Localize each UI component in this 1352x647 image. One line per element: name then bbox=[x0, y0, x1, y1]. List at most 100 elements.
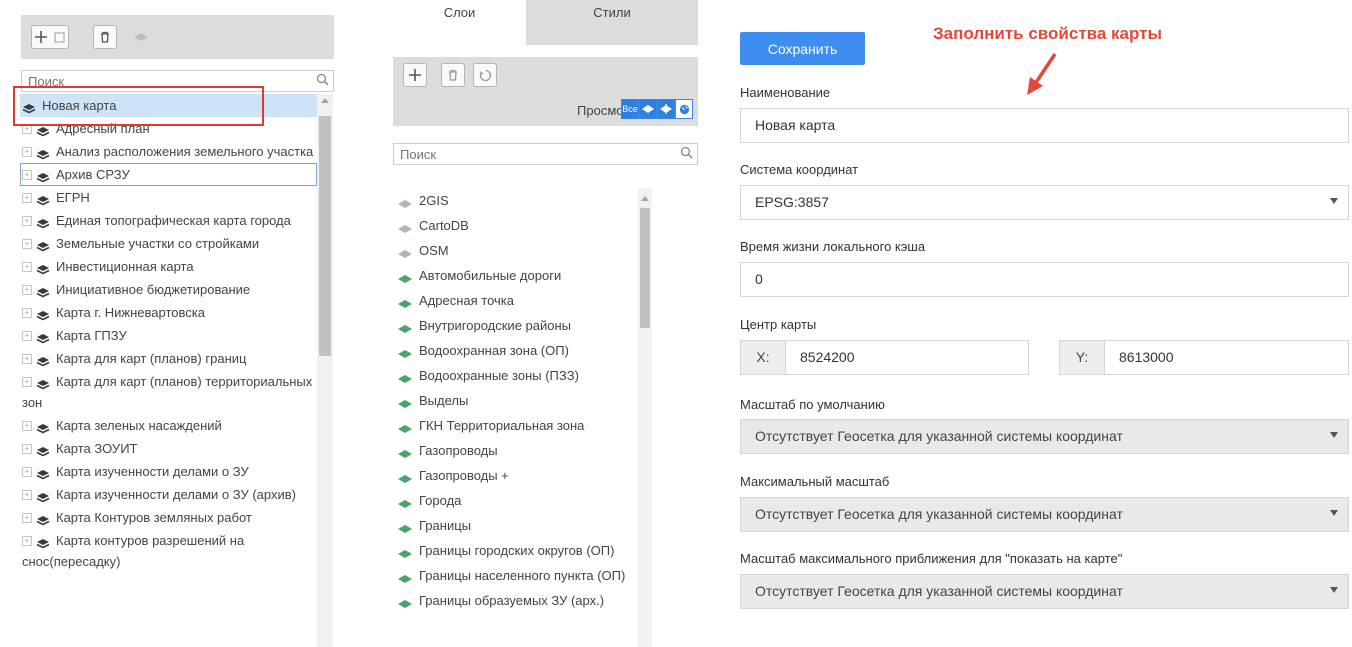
layer-item[interactable]: OSM bbox=[393, 238, 638, 263]
expand-icon[interactable]: + bbox=[22, 512, 32, 523]
view-vector-button[interactable] bbox=[639, 99, 657, 119]
layers-panel: Слои Стили Просмотр: Все Поиск 2GIS Cart… bbox=[352, 0, 698, 647]
layers-list-scrollbar[interactable] bbox=[638, 188, 652, 647]
tree-item-label: Карта ГПЗУ bbox=[56, 328, 127, 343]
layer-map-button[interactable] bbox=[129, 25, 153, 49]
expand-icon[interactable]: + bbox=[22, 238, 32, 249]
tree-item-label: Карта изученности делами о ЗУ (архив) bbox=[56, 487, 296, 502]
cache-field[interactable]: 0 bbox=[740, 262, 1349, 297]
copy-icon[interactable] bbox=[52, 30, 66, 44]
tree-item[interactable]: + Карта изученности делами о ЗУ (архив) bbox=[20, 483, 317, 506]
scroll-thumb[interactable] bbox=[319, 116, 331, 356]
tree-item[interactable]: + Анализ расположения земельного участка bbox=[20, 140, 317, 163]
layer-item[interactable]: Границы населенного пункта (ОП) bbox=[393, 563, 638, 588]
layer-item-label: Водоохранные зоны (ПЗЗ) bbox=[419, 368, 579, 383]
expand-icon[interactable]: + bbox=[22, 169, 32, 180]
x-value[interactable]: 8524200 bbox=[786, 341, 855, 374]
tree-item[interactable]: + Инвестиционная карта bbox=[20, 255, 317, 278]
max-scale-select[interactable]: Отсутствует Геосетка для указанной систе… bbox=[740, 497, 1349, 532]
max-zoom-select[interactable]: Отсутствует Геосетка для указанной систе… bbox=[740, 574, 1349, 609]
expand-icon[interactable]: + bbox=[22, 466, 32, 477]
layer-item[interactable]: CartoDB bbox=[393, 213, 638, 238]
tree-item[interactable]: + Карта зеленых насаждений bbox=[20, 414, 317, 437]
tree-item[interactable]: + Земельные участки со стройками bbox=[20, 232, 317, 255]
add-copy-button-group[interactable] bbox=[31, 25, 69, 49]
tree-item[interactable]: + ЕГРН bbox=[20, 186, 317, 209]
scroll-up-arrow-icon[interactable] bbox=[321, 98, 329, 103]
layers-icon bbox=[36, 353, 50, 366]
tree-item[interactable]: + Карта изученности делами о ЗУ bbox=[20, 460, 317, 483]
scroll-thumb[interactable] bbox=[640, 208, 650, 328]
layer-item[interactable]: Газопроводы + bbox=[393, 463, 638, 488]
tree-item[interactable]: + Карта контуров разрешений на снос(перес… bbox=[20, 529, 317, 573]
layer-item[interactable]: Границы bbox=[393, 513, 638, 538]
expand-icon[interactable]: + bbox=[22, 443, 32, 454]
add-icon[interactable] bbox=[34, 30, 48, 44]
expand-icon[interactable]: + bbox=[22, 376, 32, 387]
maps-tree-scrollbar[interactable] bbox=[317, 94, 333, 647]
tree-item[interactable]: + Карта г. Нижневартовска bbox=[20, 301, 317, 324]
layer-item[interactable]: Границы образуемых ЗУ (арх.) bbox=[393, 588, 638, 613]
tree-item[interactable]: + Инициативное бюджетирование bbox=[20, 278, 317, 301]
layer-item[interactable]: Водоохранные зоны (ПЗЗ) bbox=[393, 363, 638, 388]
view-raster-button[interactable] bbox=[657, 99, 675, 119]
name-field[interactable]: Новая карта bbox=[740, 108, 1349, 143]
tree-item[interactable]: + Архив СРЗУ bbox=[20, 163, 317, 186]
expand-icon[interactable]: + bbox=[22, 535, 32, 546]
layers-icon bbox=[36, 535, 50, 548]
y-value[interactable]: 8613000 bbox=[1105, 341, 1174, 374]
layer-item[interactable]: 2GIS bbox=[393, 188, 638, 213]
add-layer-button[interactable] bbox=[403, 63, 427, 87]
expand-icon[interactable]: + bbox=[22, 330, 32, 341]
delete-map-button[interactable] bbox=[93, 25, 117, 49]
cache-label: Время жизни локального кэша bbox=[740, 239, 926, 254]
layer-item[interactable]: Города bbox=[393, 488, 638, 513]
expand-icon[interactable]: + bbox=[22, 353, 32, 364]
expand-icon[interactable]: + bbox=[22, 284, 32, 295]
tree-item-label: Карта контуров разрешений на снос(переса… bbox=[22, 533, 245, 569]
tree-item-label: Карта ЗОУИТ bbox=[56, 441, 138, 456]
layer-item[interactable]: ГКН Территориальная зона bbox=[393, 413, 638, 438]
tree-item[interactable]: + Единая топографическая карта города bbox=[20, 209, 317, 232]
layer-item[interactable]: Водоохранная зона (ОП) bbox=[393, 338, 638, 363]
layer-item[interactable]: Выделы bbox=[393, 388, 638, 413]
layers-icon bbox=[36, 146, 50, 159]
expand-icon[interactable]: + bbox=[22, 420, 32, 431]
tree-item[interactable]: + Карта для карт (планов) территориальных… bbox=[20, 370, 317, 414]
scroll-up-arrow-icon[interactable] bbox=[641, 196, 649, 201]
layers-tabs: Слои Стили bbox=[393, 0, 698, 45]
layer-item[interactable]: Внутригородские районы bbox=[393, 313, 638, 338]
layer-diamond-icon bbox=[397, 421, 413, 433]
view-all-button[interactable]: Все bbox=[621, 99, 639, 119]
layer-item[interactable]: Границы городских округов (ОП) bbox=[393, 538, 638, 563]
refresh-layer-button[interactable] bbox=[473, 63, 497, 87]
layer-item[interactable]: Газопроводы bbox=[393, 438, 638, 463]
layers-search-input[interactable] bbox=[394, 144, 697, 164]
layer-item-label: 2GIS bbox=[419, 193, 449, 208]
crs-select[interactable]: EPSG:3857 bbox=[740, 185, 1349, 220]
save-button[interactable]: Сохранить bbox=[740, 32, 865, 65]
default-scale-select[interactable]: Отсутствует Геосетка для указанной систе… bbox=[740, 419, 1349, 454]
center-y-field[interactable]: Y: 8613000 bbox=[1059, 340, 1349, 375]
diamond-icon bbox=[642, 105, 654, 113]
expand-icon[interactable]: + bbox=[22, 307, 32, 318]
delete-layer-button[interactable] bbox=[441, 63, 465, 87]
expand-icon[interactable]: + bbox=[22, 215, 32, 226]
expand-icon[interactable]: + bbox=[22, 261, 32, 272]
tree-item[interactable]: + Карта Контуров земляных работ bbox=[20, 506, 317, 529]
tree-item[interactable]: + Карта ЗОУИТ bbox=[20, 437, 317, 460]
tab-layers[interactable]: Слои bbox=[393, 0, 526, 45]
view-base-button[interactable] bbox=[675, 99, 693, 119]
highlight-box bbox=[13, 86, 264, 126]
tree-item[interactable]: + Карта для карт (планов) границ bbox=[20, 347, 317, 370]
layer-item[interactable]: Автомобильные дороги bbox=[393, 263, 638, 288]
tree-item[interactable]: + Карта ГПЗУ bbox=[20, 324, 317, 347]
layer-item[interactable]: Адресная точка bbox=[393, 288, 638, 313]
layers-search[interactable] bbox=[393, 143, 698, 165]
tab-styles[interactable]: Стили bbox=[526, 0, 698, 45]
expand-icon[interactable]: + bbox=[22, 489, 32, 500]
center-x-field[interactable]: X: 8524200 bbox=[740, 340, 1029, 375]
expand-icon[interactable]: + bbox=[22, 146, 32, 157]
expand-icon[interactable]: + bbox=[22, 192, 32, 203]
tree-item-label: Карта для карт (планов) границ bbox=[56, 351, 247, 366]
